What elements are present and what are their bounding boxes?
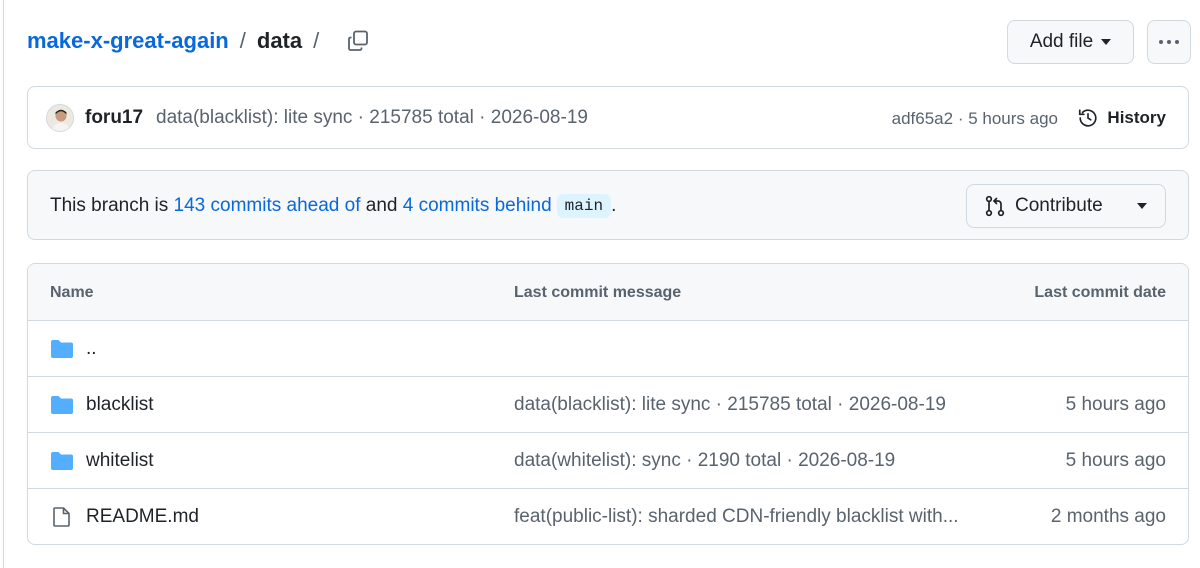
- left-border-line: [3, 0, 4, 568]
- commit-message-link[interactable]: data(blacklist): lite sync · 215785 tota…: [156, 107, 588, 129]
- commits-behind-link[interactable]: 4 commits behind: [403, 195, 552, 217]
- folder-icon: [51, 452, 73, 470]
- branch-status-text: This branch is 143 commits ahead of and …: [50, 194, 616, 218]
- file-commit-date: 5 hours ago: [1065, 394, 1166, 415]
- kebab-horizontal-icon: [1159, 40, 1179, 44]
- base-branch-name: main: [556, 194, 612, 218]
- breadcrumb-current-folder: data: [256, 28, 303, 53]
- branch-text-end: .: [611, 195, 617, 216]
- commits-ahead-link[interactable]: 143 commits ahead of: [174, 195, 361, 217]
- file-commit-message[interactable]: data(whitelist): sync · 2190 total · 202…: [514, 450, 1002, 472]
- file-list-table: Name Last commit message Last commit dat…: [27, 263, 1189, 545]
- add-file-label: Add file: [1029, 31, 1094, 52]
- history-button[interactable]: History: [1077, 107, 1166, 129]
- file-commit-message[interactable]: feat(public-list): sharded CDN-friendly …: [514, 506, 1002, 528]
- table-row-blacklist[interactable]: blacklist data(blacklist): lite sync · 2…: [28, 377, 1188, 433]
- branch-text-start: This branch is: [50, 195, 174, 216]
- copy-icon: [348, 30, 369, 51]
- history-label: History: [1107, 108, 1166, 127]
- add-file-button[interactable]: Add file: [1007, 20, 1134, 64]
- copy-path-button[interactable]: [345, 28, 371, 54]
- file-commit-date: 2 months ago: [1050, 506, 1166, 527]
- git-pull-request-icon: [985, 195, 1005, 217]
- file-icon: [53, 507, 70, 527]
- column-header-name: Name: [50, 284, 94, 301]
- breadcrumb-trailing-separator: /: [313, 28, 320, 53]
- table-row-readme[interactable]: README.md feat(public-list): sharded CDN…: [28, 489, 1188, 544]
- chevron-down-icon: [1101, 39, 1112, 45]
- chevron-down-icon: [1137, 203, 1147, 209]
- file-name[interactable]: blacklist: [86, 394, 154, 416]
- contribute-label: Contribute: [1015, 195, 1103, 216]
- breadcrumb-separator: /: [239, 28, 246, 53]
- commit-author-link[interactable]: foru17: [85, 107, 143, 129]
- file-name[interactable]: ..: [86, 338, 97, 360]
- latest-commit-bar: foru17 data(blacklist): lite sync · 2157…: [27, 86, 1189, 149]
- folder-icon: [51, 340, 73, 358]
- avatar[interactable]: [46, 104, 74, 132]
- file-commit-date: 5 hours ago: [1065, 450, 1166, 471]
- breadcrumb: make-x-great-again / data /: [27, 28, 371, 54]
- table-row-whitelist[interactable]: whitelist data(whitelist): sync · 2190 t…: [28, 433, 1188, 489]
- file-commit-message[interactable]: data(blacklist): lite sync · 215785 tota…: [514, 394, 1002, 416]
- page-header: make-x-great-again / data / Add file: [27, 20, 1191, 64]
- breadcrumb-repo-link[interactable]: make-x-great-again: [27, 28, 229, 54]
- folder-icon: [51, 396, 73, 414]
- column-header-date: Last commit date: [1034, 284, 1166, 301]
- file-name[interactable]: whitelist: [86, 450, 154, 472]
- table-row-parent-directory[interactable]: ..: [28, 321, 1188, 377]
- file-name[interactable]: README.md: [86, 506, 199, 528]
- contribute-button[interactable]: Contribute: [966, 184, 1166, 228]
- commit-hash-and-time[interactable]: adf65a2 · 5 hours ago: [892, 109, 1058, 129]
- branch-comparison-banner: This branch is 143 commits ahead of and …: [27, 170, 1189, 240]
- avatar-image: [47, 105, 73, 131]
- more-options-button[interactable]: [1147, 20, 1191, 64]
- branch-text-and: and: [360, 195, 403, 216]
- history-icon: [1079, 109, 1098, 127]
- column-header-message: Last commit message: [514, 284, 682, 301]
- table-header: Name Last commit message Last commit dat…: [28, 264, 1188, 321]
